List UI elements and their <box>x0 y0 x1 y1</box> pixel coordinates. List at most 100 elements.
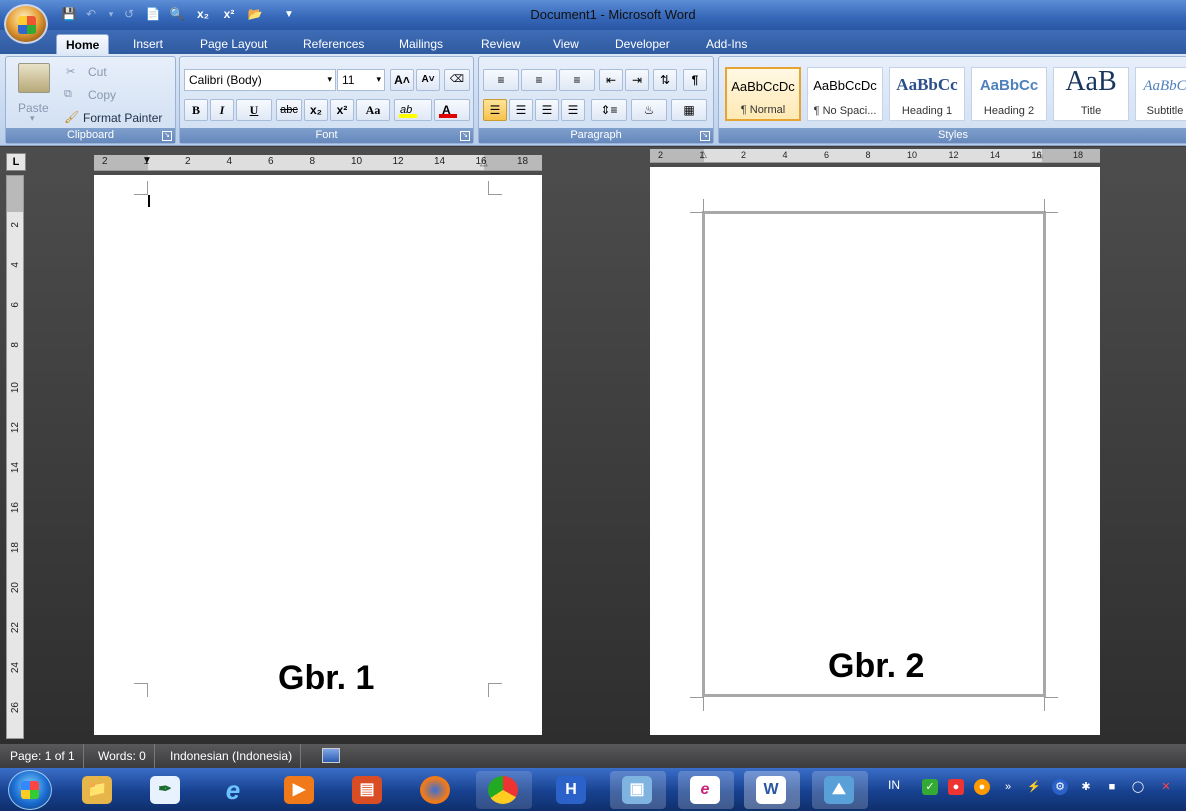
font-name-select[interactable]: Calibri (Body) ▾ <box>184 69 336 91</box>
font-launcher-icon[interactable]: ↘ <box>460 131 470 141</box>
superscript-button[interactable]: x² <box>330 99 354 121</box>
network-icon[interactable]: ✕ <box>1158 779 1174 795</box>
style-subtitle[interactable]: AaBbC Subtitle <box>1135 67 1186 121</box>
numbering-button[interactable]: ≡ <box>521 69 557 91</box>
borders-button[interactable]: ▦ <box>671 99 707 121</box>
strikethrough-button[interactable]: abc <box>276 99 302 121</box>
italic-button[interactable]: I <box>210 99 234 121</box>
paste-dropdown-icon[interactable]: ▾ <box>30 113 35 124</box>
tray-icon-6[interactable]: ■ <box>1104 779 1120 795</box>
page-count[interactable]: Page: 1 of 1 <box>2 744 84 768</box>
print-preview-icon[interactable]: 🔍 <box>168 6 186 23</box>
tray-overflow-icon[interactable]: » <box>1000 779 1016 795</box>
redo-icon[interactable]: ↺ <box>120 6 138 23</box>
power-icon[interactable]: ◯ <box>1130 779 1146 795</box>
tab-home[interactable]: Home <box>56 34 110 54</box>
page-1[interactable]: Gbr. 1 <box>94 175 542 735</box>
taskbar-word[interactable]: W <box>744 771 800 809</box>
decrease-indent-button[interactable]: ⇤ <box>599 69 623 91</box>
increase-indent-button[interactable]: ⇥ <box>625 69 649 91</box>
style-no-spacing[interactable]: AaBbCcDc ¶ No Spaci... <box>807 67 883 121</box>
chevron-down-icon: ▾ <box>327 74 332 84</box>
input-language[interactable]: IN <box>888 778 900 792</box>
cut-button[interactable]: Cut <box>88 65 107 79</box>
paragraph-launcher-icon[interactable]: ↘ <box>700 131 710 141</box>
undo-dropdown-icon[interactable]: ▾ <box>102 6 120 23</box>
subscript-button[interactable]: x₂ <box>304 99 328 121</box>
font-size-select[interactable]: 11 ▾ <box>337 69 385 91</box>
tab-review[interactable]: Review <box>472 34 529 54</box>
taskbar-ie[interactable]: e <box>206 771 262 809</box>
clear-formatting-button[interactable]: ⌫ <box>444 69 470 91</box>
open-folder-icon[interactable]: 📂 <box>246 6 264 23</box>
taskbar-book[interactable]: ▤ <box>340 771 396 809</box>
highlight-button[interactable]: ab <box>394 99 432 121</box>
underline-button[interactable]: U <box>236 99 272 121</box>
sort-button[interactable]: ⇅ <box>653 69 677 91</box>
copy-button[interactable]: Copy <box>88 88 116 102</box>
style-title[interactable]: AaB Title <box>1053 66 1129 121</box>
tray-icon-1[interactable]: ✓ <box>922 779 938 795</box>
tab-developer[interactable]: Developer <box>606 34 679 54</box>
taskbar-image-viewer[interactable]: ▣ <box>610 771 666 809</box>
horizontal-ruler-right[interactable]: △ △ 2 1 2 4 6 8 10 12 14 16 18 <box>650 149 1100 163</box>
style-normal[interactable]: AaBbCcDc ¶ Normal <box>725 67 801 121</box>
tab-references[interactable]: References <box>294 34 373 54</box>
shrink-font-button[interactable]: A˅ <box>416 69 440 91</box>
grow-font-button[interactable]: A˄ <box>390 69 414 91</box>
align-right-button[interactable]: ☰ <box>535 99 559 121</box>
multilevel-list-button[interactable]: ≡ <box>559 69 595 91</box>
taskbar-ink[interactable]: ✒ <box>138 771 194 809</box>
taskbar-picture[interactable]: ⛰ <box>812 771 868 809</box>
shading-button[interactable]: ♨ <box>631 99 667 121</box>
crop-mark-top-right <box>1044 199 1058 213</box>
subscript-icon[interactable]: x₂ <box>194 6 212 23</box>
tab-insert[interactable]: Insert <box>124 34 172 54</box>
tray-icon-2[interactable]: ● <box>948 779 964 795</box>
ruler-tick-label: 18 <box>517 156 529 167</box>
bold-button[interactable]: B <box>184 99 208 121</box>
tray-icon-5[interactable]: ⚙ <box>1052 779 1068 795</box>
align-left-icon: ☰ <box>489 103 501 117</box>
taskbar-media-player[interactable]: ▶ <box>272 771 328 809</box>
horizontal-ruler-left[interactable]: ▼ △ 2 1 2 4 6 8 10 12 14 16 18 <box>94 155 542 171</box>
language-status[interactable]: Indonesian (Indonesia) <box>162 744 302 768</box>
style-heading-2[interactable]: AaBbCc Heading 2 <box>971 67 1047 121</box>
tab-selector-button[interactable]: L <box>6 153 26 171</box>
font-color-button[interactable]: A <box>434 99 470 121</box>
taskbar-firefox[interactable] <box>408 771 464 809</box>
change-case-button[interactable]: Aa <box>356 99 390 121</box>
tab-page-layout[interactable]: Page Layout <box>191 34 276 54</box>
office-button[interactable] <box>4 4 48 44</box>
tray-icon-4[interactable]: ⚡ <box>1026 779 1042 795</box>
align-left-button[interactable]: ☰ <box>483 99 507 121</box>
save-icon[interactable]: 💾 <box>60 6 78 23</box>
taskbar-explorer[interactable]: 📁 <box>70 771 126 809</box>
start-button[interactable] <box>8 770 52 810</box>
taskbar-h-app[interactable]: H <box>544 771 600 809</box>
vertical-ruler[interactable]: 2 4 6 8 10 12 14 16 18 20 22 24 26 <box>6 175 24 739</box>
new-document-icon[interactable]: 📄 <box>144 6 162 23</box>
taskbar-chrome[interactable] <box>476 771 532 809</box>
align-center-button[interactable]: ☰ <box>509 99 533 121</box>
macro-record-icon[interactable] <box>322 748 340 763</box>
format-painter-button[interactable]: Format Painter <box>83 111 162 125</box>
word-count[interactable]: Words: 0 <box>90 744 155 768</box>
page-2[interactable]: Gbr. 2 <box>650 167 1100 735</box>
tab-mailings[interactable]: Mailings <box>390 34 452 54</box>
taskbar-smartsheet[interactable]: e <box>678 771 734 809</box>
bullets-button[interactable]: ≡ <box>483 69 519 91</box>
superscript-icon[interactable]: x² <box>220 6 238 23</box>
clipboard-launcher-icon[interactable]: ↘ <box>162 131 172 141</box>
customize-icon[interactable]: ▼ <box>280 6 298 23</box>
tray-icon-3[interactable]: ● <box>974 779 990 795</box>
tab-view[interactable]: View <box>544 34 588 54</box>
line-spacing-button[interactable]: ⇕≡ <box>591 99 627 121</box>
tab-add-ins[interactable]: Add-Ins <box>697 34 756 54</box>
justify-button[interactable]: ☰ <box>561 99 585 121</box>
undo-icon[interactable]: ↶ <box>82 6 100 23</box>
style-heading-1[interactable]: AaBbCc Heading 1 <box>889 67 965 121</box>
show-formatting-button[interactable]: ¶ <box>683 69 707 91</box>
bluetooth-icon[interactable]: ✱ <box>1078 779 1094 795</box>
paste-icon[interactable] <box>18 63 50 93</box>
